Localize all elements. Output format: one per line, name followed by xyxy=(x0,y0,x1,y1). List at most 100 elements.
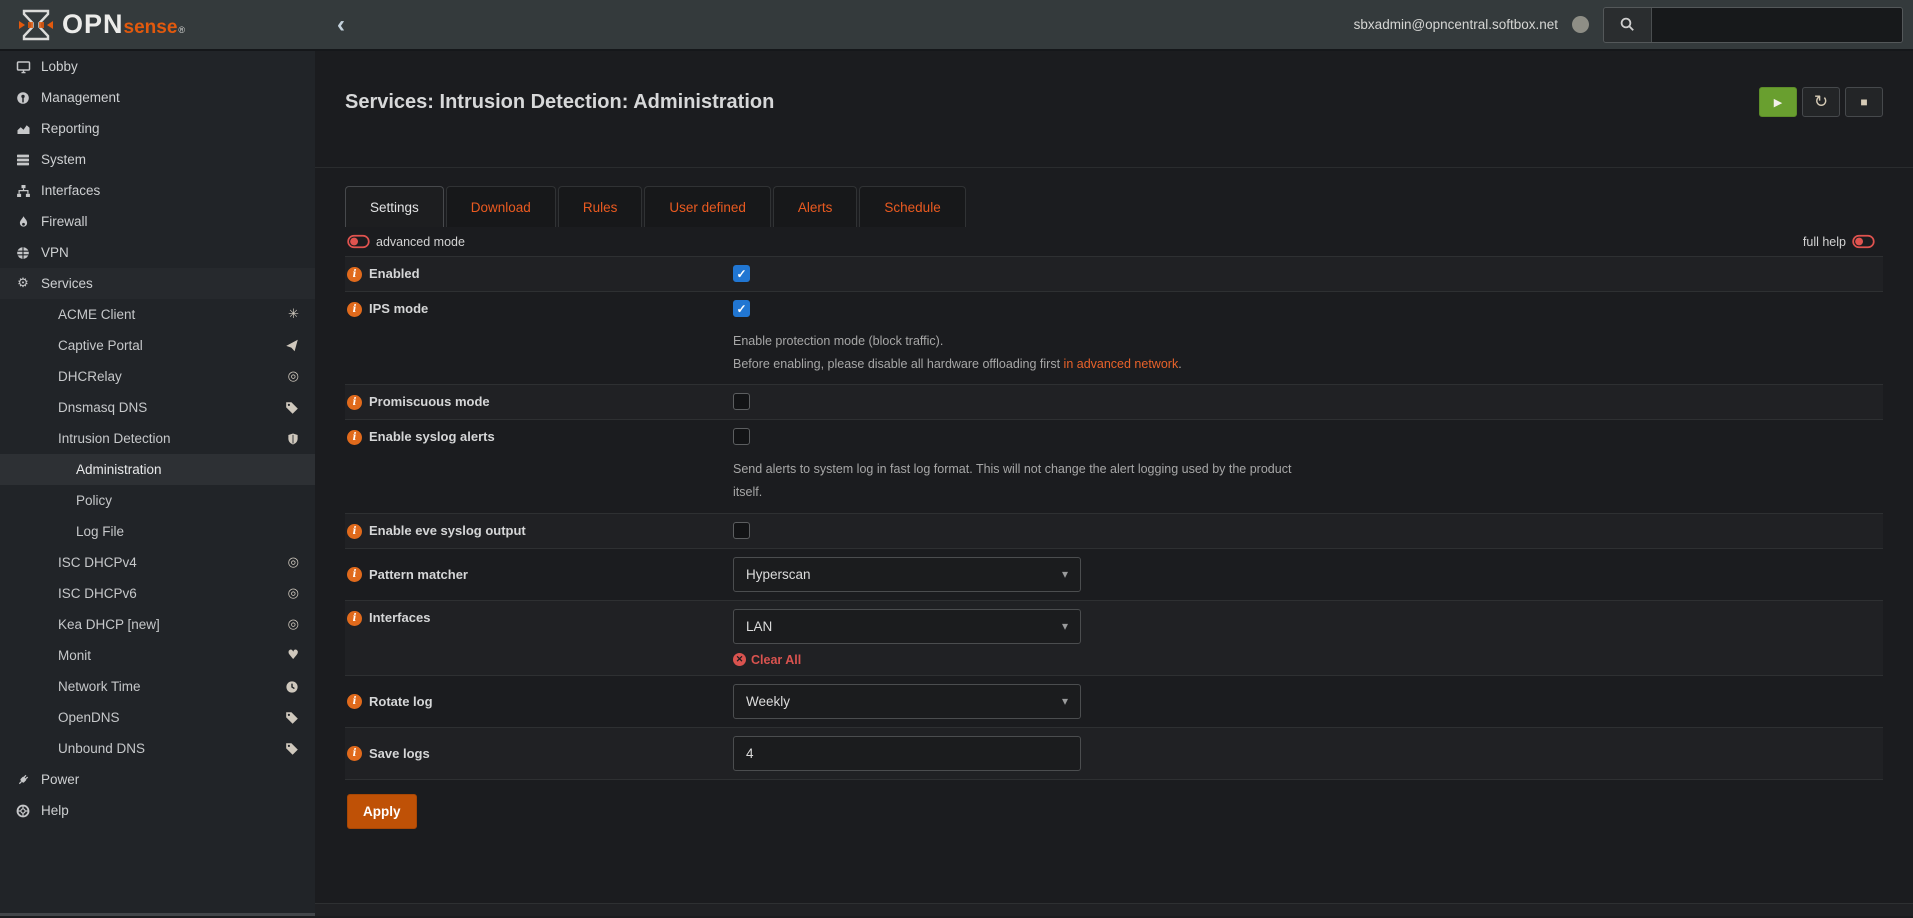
pattern-matcher-select[interactable]: Hyperscan xyxy=(733,557,1081,592)
tags-icon xyxy=(285,711,299,725)
shield-icon xyxy=(287,432,299,446)
info-icon[interactable]: i xyxy=(347,302,362,317)
sidebar-collapse-icon[interactable]: ‹ xyxy=(337,13,345,37)
sidebar-scrollbar[interactable] xyxy=(0,913,315,916)
sidebar-item-label: Reporting xyxy=(41,121,100,136)
tab-settings[interactable]: Settings xyxy=(345,186,444,227)
field-help: Enable protection mode (block traffic). … xyxy=(733,330,1883,376)
global-search xyxy=(1603,7,1903,43)
full-help-toggle[interactable]: full help xyxy=(1803,234,1875,249)
sidebar-item-unbound-dns[interactable]: Unbound DNS xyxy=(0,733,315,764)
sidebar-item-interfaces[interactable]: Interfaces xyxy=(0,175,315,206)
sidebar-item-services[interactable]: ⚙ Services xyxy=(0,268,315,299)
sidebar-item-acme-client[interactable]: ACME Client ✳ xyxy=(0,299,315,330)
apply-button[interactable]: Apply xyxy=(347,794,417,829)
play-icon: ▶ xyxy=(1774,96,1782,109)
field-label: Enable syslog alerts xyxy=(369,429,495,444)
area-chart-icon xyxy=(14,122,32,136)
sidebar-item-policy[interactable]: Policy xyxy=(0,485,315,516)
sidebar-item-label: OpenDNS xyxy=(58,710,120,725)
life-ring-icon xyxy=(14,804,32,818)
sidebar-item-label: ISC DHCPv4 xyxy=(58,555,137,570)
promiscuous-mode-checkbox[interactable] xyxy=(733,393,750,410)
service-stop-button[interactable]: ■ xyxy=(1845,87,1883,117)
sidebar-item-kea-dhcp[interactable]: Kea DHCP [new] ◎ xyxy=(0,609,315,640)
sidebar-item-label: DHCRelay xyxy=(58,369,122,384)
eve-syslog-checkbox[interactable] xyxy=(733,522,750,539)
sidebar-item-dhcrelay[interactable]: DHCRelay ◎ xyxy=(0,361,315,392)
sidebar-item-isc-dhcpv4[interactable]: ISC DHCPv4 ◎ xyxy=(0,547,315,578)
sidebar-item-opendns[interactable]: OpenDNS xyxy=(0,702,315,733)
service-restart-button[interactable]: ↻ xyxy=(1802,87,1840,117)
save-logs-input[interactable] xyxy=(733,736,1081,771)
logged-in-user[interactable]: sbxadmin@opncentral.softbox.net xyxy=(1354,17,1558,32)
hourglass-logo-icon xyxy=(18,9,54,41)
sidebar-item-firewall[interactable]: Firewall xyxy=(0,206,315,237)
info-icon[interactable]: i xyxy=(347,430,362,445)
page-head: Services: Intrusion Detection: Administr… xyxy=(315,51,1913,168)
info-icon[interactable]: i xyxy=(347,395,362,410)
sidebar-item-label: System xyxy=(41,152,86,167)
tab-user-defined[interactable]: User defined xyxy=(644,186,771,227)
fire-icon xyxy=(14,215,32,229)
sidebar-item-label: Intrusion Detection xyxy=(58,431,171,446)
sidebar-item-lobby[interactable]: Lobby xyxy=(0,51,315,82)
sidebar-item-label: Power xyxy=(41,772,79,787)
sidebar-item-label: Policy xyxy=(76,493,112,508)
info-icon[interactable]: i xyxy=(347,694,362,709)
tab-schedule[interactable]: Schedule xyxy=(859,186,965,227)
clear-all-link[interactable]: ✕ Clear All xyxy=(733,653,1883,667)
bullseye-icon: ◎ xyxy=(288,369,299,384)
search-input[interactable] xyxy=(1652,8,1902,42)
main-footer xyxy=(315,903,1913,916)
sidebar-item-label: Administration xyxy=(76,462,162,477)
tab-rules[interactable]: Rules xyxy=(558,186,643,227)
sidebar-item-vpn[interactable]: VPN xyxy=(0,237,315,268)
advanced-mode-toggle[interactable]: advanced mode xyxy=(347,234,465,249)
tab-alerts[interactable]: Alerts xyxy=(773,186,858,227)
sidebar-item-power[interactable]: Power xyxy=(0,764,315,795)
stop-icon: ■ xyxy=(1860,95,1867,109)
tab-download[interactable]: Download xyxy=(446,186,556,227)
tag-icon xyxy=(285,401,299,415)
info-icon[interactable]: i xyxy=(347,746,362,761)
sidebar-item-management[interactable]: Management xyxy=(0,82,315,113)
search-button[interactable] xyxy=(1604,8,1652,42)
field-label: Interfaces xyxy=(369,610,430,625)
sidebar-item-intrusion-detection[interactable]: Intrusion Detection xyxy=(0,423,315,454)
sidebar-item-dnsmasq-dns[interactable]: Dnsmasq DNS xyxy=(0,392,315,423)
sidebar-item-reporting[interactable]: Reporting xyxy=(0,113,315,144)
main-content: Services: Intrusion Detection: Administr… xyxy=(315,51,1913,916)
sidebar-item-label: Network Time xyxy=(58,679,141,694)
sidebar-item-network-time[interactable]: Network Time xyxy=(0,671,315,702)
sidebar-item-help[interactable]: Help xyxy=(0,795,315,826)
service-start-button[interactable]: ▶ xyxy=(1759,87,1797,117)
ips-mode-checkbox[interactable] xyxy=(733,300,750,317)
field-label: Save logs xyxy=(369,746,430,761)
sidebar-item-administration[interactable]: Administration xyxy=(0,454,315,485)
sidebar-item-captive-portal[interactable]: Captive Portal xyxy=(0,330,315,361)
field-label: Rotate log xyxy=(369,694,433,709)
refresh-icon: ↻ xyxy=(1814,92,1828,112)
sidebar-item-isc-dhcpv6[interactable]: ISC DHCPv6 ◎ xyxy=(0,578,315,609)
sitemap-icon xyxy=(14,184,32,198)
form-row-pattern-matcher: i Pattern matcher Hyperscan xyxy=(345,549,1883,601)
interfaces-select[interactable]: LAN xyxy=(733,609,1081,644)
sidebar-item-label: Help xyxy=(41,803,69,818)
syslog-alerts-checkbox[interactable] xyxy=(733,428,750,445)
bullseye-icon: ◎ xyxy=(288,617,299,632)
field-label: Pattern matcher xyxy=(369,567,468,582)
info-icon[interactable]: i xyxy=(347,267,362,282)
rotate-log-select[interactable]: Weekly xyxy=(733,684,1081,719)
info-icon[interactable]: i xyxy=(347,524,362,539)
opnsense-logo[interactable]: OPNsense® xyxy=(0,9,315,41)
sidebar-item-system[interactable]: System xyxy=(0,144,315,175)
bullseye-icon: ◎ xyxy=(288,555,299,570)
sidebar-item-log-file[interactable]: Log File xyxy=(0,516,315,547)
advanced-network-link[interactable]: in advanced network xyxy=(1064,357,1179,371)
sidebar-item-label: Kea DHCP [new] xyxy=(58,617,160,632)
sidebar-item-monit[interactable]: Monit ♥ xyxy=(0,640,315,671)
info-icon[interactable]: i xyxy=(347,611,362,626)
info-icon[interactable]: i xyxy=(347,567,362,582)
enabled-checkbox[interactable] xyxy=(733,265,750,282)
